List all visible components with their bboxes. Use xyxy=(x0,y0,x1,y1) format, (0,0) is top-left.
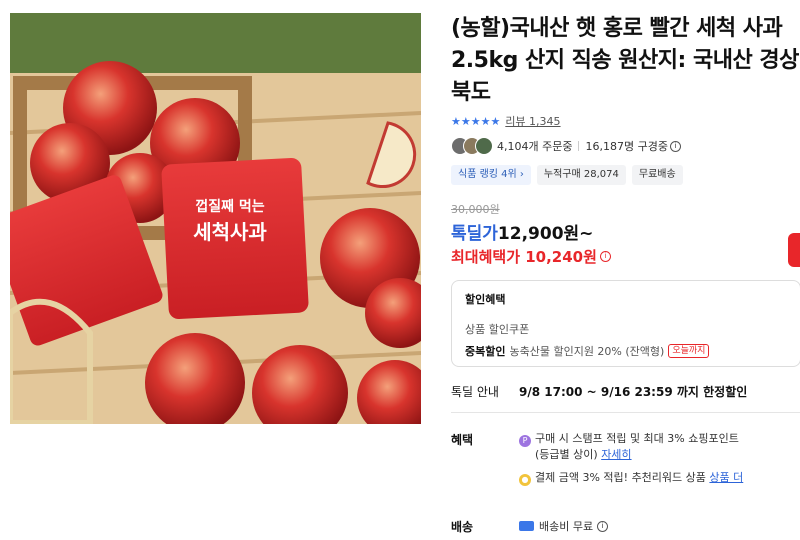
review-count-link[interactable]: 리뷰 1,345 xyxy=(505,113,560,129)
more-products-link[interactable]: 상품 더 xyxy=(709,471,743,484)
duplicate-discount-label: 중복할인 xyxy=(465,345,506,358)
coupon-line: 상품 할인쿠폰 xyxy=(465,323,530,336)
max-benefit-row: 최대혜택가 10,240원 i xyxy=(451,246,611,267)
today-only-badge: 오늘까지 xyxy=(668,344,710,358)
discount-box: 할인혜택 상품 할인쿠폰 중복할인 농축산물 할인지원 20% (잔액형) 오늘… xyxy=(451,280,800,367)
free-shipping-badge: 무료배송 xyxy=(631,165,683,185)
benefit-label: 혜택 xyxy=(451,433,474,447)
duplicate-discount-line: 중복할인 농축산물 할인지원 20% (잔액형) 오늘까지 xyxy=(465,343,787,359)
details-link[interactable]: 자세히 xyxy=(601,448,631,461)
discount-header: 할인혜택 xyxy=(465,293,506,306)
side-action-tab[interactable] xyxy=(788,233,800,267)
section-divider xyxy=(451,412,800,413)
bag-text-line1: 껍질째 먹는 xyxy=(195,198,264,215)
max-benefit-price: 최대혜택가 10,240원 xyxy=(451,248,597,266)
deal-period-row: 톡딜 안내 9/8 17:00 ~ 9/16 23:59 까지 한정할인 xyxy=(451,383,747,400)
benefit-text: 구매 시 스탬프 적립 및 최대 3% 쇼핑포인트 xyxy=(535,432,739,445)
info-icon[interactable]: i xyxy=(597,520,609,532)
product-image[interactable]: 껍질째 먹는 세척사과 xyxy=(10,13,421,424)
viewer-count: 16,187명 구경중 xyxy=(585,140,668,153)
divider xyxy=(578,141,580,151)
order-count: 4,104개 주문중 xyxy=(497,140,573,153)
reward-text: 결제 금액 3% 적립! 추천리워드 상품 xyxy=(535,471,706,484)
shipping-row: 배송비 무료 i xyxy=(519,518,609,534)
stats-row: 4,104개 주문중 16,187명 구경중 i xyxy=(451,137,681,155)
avatar xyxy=(475,137,493,155)
cumulative-purchase-badge: 누적구매 28,074 xyxy=(536,165,626,185)
benefit-line-stamp: P 구매 시 스탬프 적립 및 최대 3% 쇼핑포인트 (등급별 상이) 자세히 xyxy=(519,431,800,463)
badge-row: 식품 랭킹 4위 › 누적구매 28,074 무료배송 xyxy=(451,165,683,185)
original-price: 30,000원 xyxy=(451,203,500,216)
deal-price-row: 톡딜가12,900원~ xyxy=(451,219,593,244)
duplicate-discount-text: 농축산물 할인지원 20% (잔액형) xyxy=(509,345,665,358)
info-icon[interactable]: i xyxy=(669,140,681,152)
benefit-text-sub: (등급별 상이) xyxy=(535,448,598,461)
benefit-line-reward: ● 결제 금액 3% 적립! 추천리워드 상품 상품 더 xyxy=(519,470,800,486)
bag-text-line2: 세척사과 xyxy=(193,220,267,244)
buyer-avatars xyxy=(451,137,493,155)
deal-price: 12,900원~ xyxy=(497,224,594,244)
rating-row: ★★★★★ 리뷰 1,345 xyxy=(451,113,561,129)
coin-icon: ● xyxy=(519,474,531,486)
ranking-badge[interactable]: 식품 랭킹 4위 › xyxy=(451,165,531,185)
star-rating-icon: ★★★★★ xyxy=(451,114,501,128)
deal-period-label: 톡딜 안내 xyxy=(451,385,499,399)
deal-period-value: 9/8 17:00 ~ 9/16 23:59 까지 한정할인 xyxy=(519,385,748,399)
shipping-value: 배송비 무료 xyxy=(539,520,594,533)
info-icon[interactable]: i xyxy=(599,251,611,262)
point-icon: P xyxy=(519,435,531,447)
deal-price-label: 톡딜가 xyxy=(451,224,498,244)
product-title: (농할)국내산 햇 홍로 빨간 세척 사과 2.5kg 산지 직송 원산지: 국… xyxy=(451,16,799,105)
truck-icon xyxy=(519,521,534,531)
shipping-label: 배송 xyxy=(451,520,474,534)
